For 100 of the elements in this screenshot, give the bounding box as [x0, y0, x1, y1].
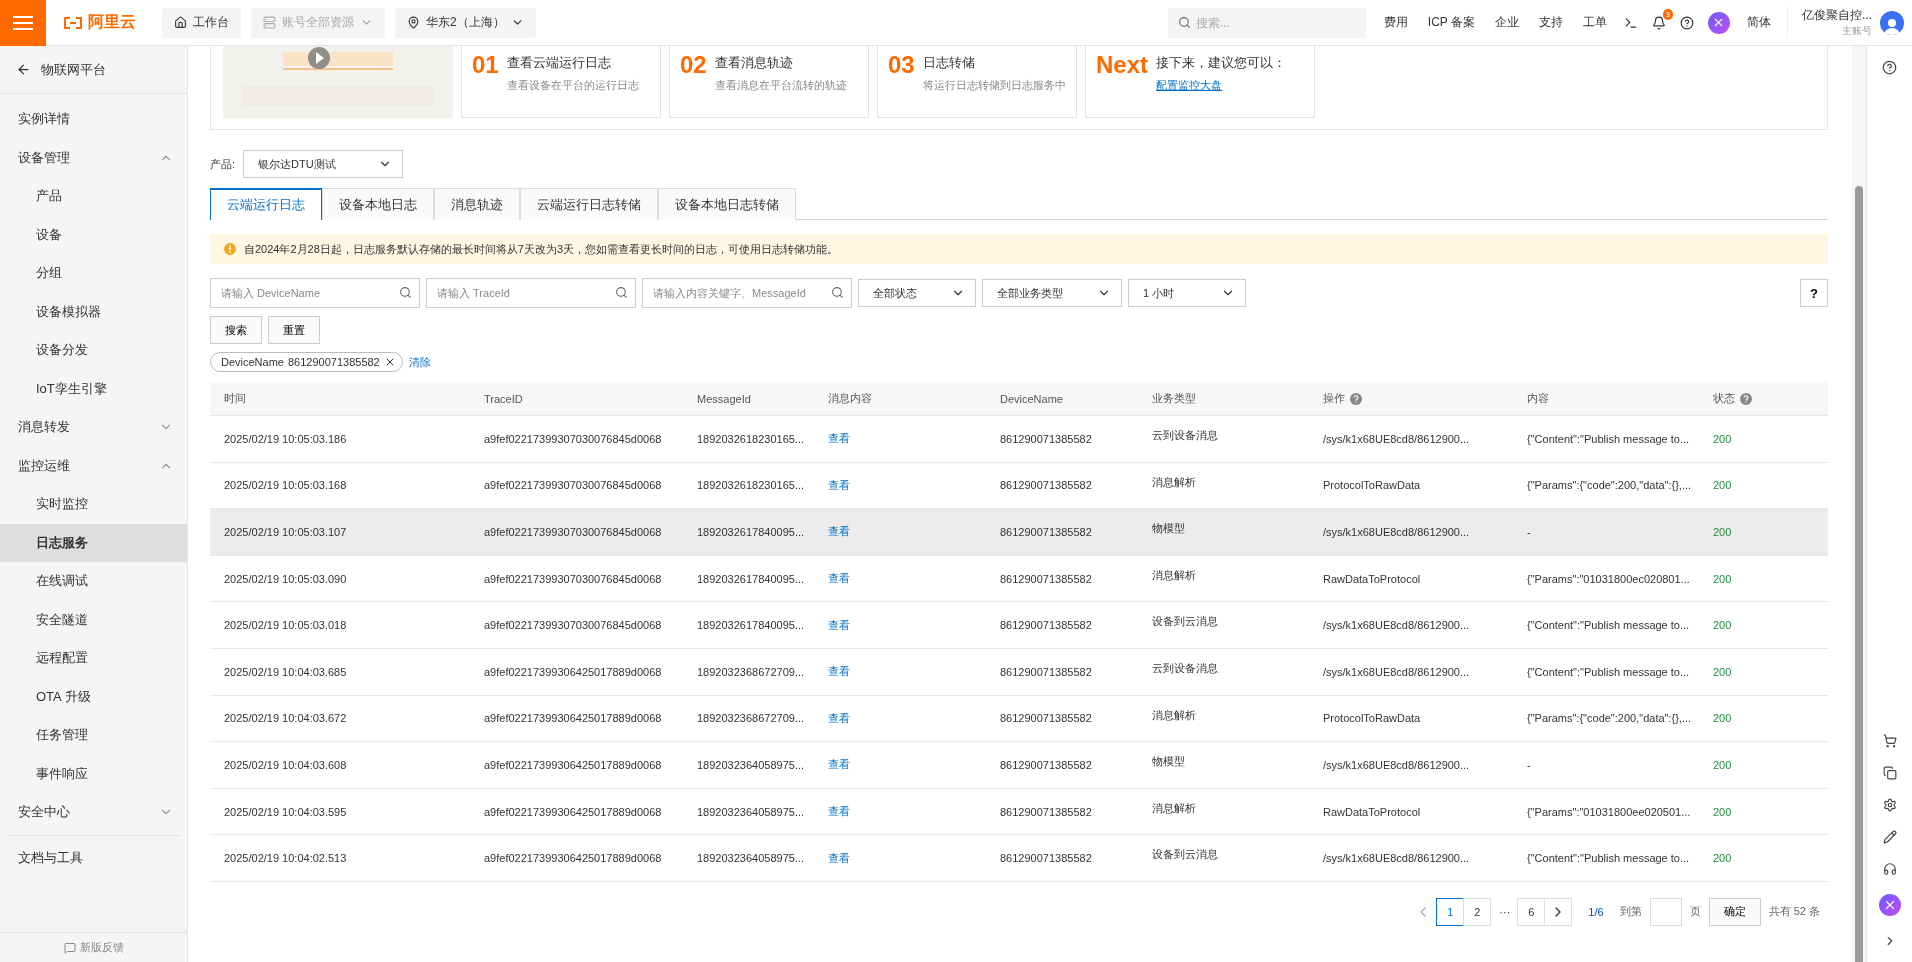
dashboard-link[interactable]: 配置监控大盘 [1156, 78, 1287, 93]
view-link[interactable]: 查看 [828, 851, 850, 864]
region-dropdown[interactable]: 华东2（上海） [395, 7, 536, 38]
sidebar-item[interactable]: 安全隧道 [0, 600, 187, 639]
sidebar-item[interactable]: 远程配置 [0, 639, 187, 678]
view-link[interactable]: 查看 [828, 572, 850, 585]
headset-icon[interactable] [1882, 862, 1897, 876]
app-icon[interactable] [1708, 11, 1730, 34]
page-button[interactable]: 2 [1463, 897, 1492, 926]
table-cell: 2025/02/19 10:04:02.513 [224, 852, 347, 865]
view-link[interactable]: 查看 [828, 432, 850, 445]
bell-icon[interactable] [1652, 15, 1666, 30]
next-page-button[interactable] [1544, 897, 1573, 926]
sidebar-item[interactable]: 监控运维 [0, 446, 187, 485]
tab[interactable]: 设备本地日志 [322, 188, 434, 220]
page-button[interactable]: 6 [1517, 897, 1546, 926]
user-name[interactable]: 亿俊聚自控... [1802, 7, 1872, 24]
table-cell: 861290071385582 [1000, 479, 1092, 492]
sidebar-item[interactable]: 消息转发 [0, 408, 187, 447]
product-select[interactable]: 银尔达DTU测试 [243, 150, 404, 178]
user-role: 主账号 [1842, 24, 1872, 38]
table-cell: 消息解析 [1152, 475, 1196, 488]
help-icon[interactable] [1882, 60, 1897, 75]
table-cell: 1892032618230165... [697, 432, 805, 445]
view-link[interactable]: 查看 [828, 805, 850, 818]
table-cell: 1892032364058975... [697, 852, 805, 865]
search-field[interactable]: 搜索... [1167, 7, 1366, 38]
page-button[interactable]: 1 [1436, 897, 1465, 926]
view-link[interactable]: 查看 [828, 525, 850, 538]
table-cell: 861290071385582 [1000, 572, 1092, 585]
search-button[interactable]: 搜索 [210, 316, 262, 344]
message-icon [63, 941, 76, 954]
filter-input[interactable]: 请输入 DeviceName [210, 278, 420, 308]
sidebar-item[interactable]: 日志服务 [0, 523, 187, 562]
avatar-icon[interactable] [1880, 10, 1904, 35]
view-link[interactable]: 查看 [828, 758, 850, 771]
cart-icon[interactable] [1882, 734, 1897, 748]
table-cell: {"Params":"01031800ec020801... [1527, 572, 1690, 585]
app-icon[interactable] [1878, 894, 1901, 916]
workbench-button[interactable]: 工作台 [162, 7, 241, 38]
sidebar-item[interactable]: OTA 升级 [0, 677, 187, 716]
help-button[interactable]: ? [1800, 279, 1828, 307]
tab[interactable]: 设备本地日志转储 [658, 188, 796, 220]
settings-icon[interactable] [1882, 798, 1897, 812]
top-link[interactable]: 费用 [1373, 14, 1418, 31]
table-cell: 861290071385582 [1000, 665, 1092, 678]
tab[interactable]: 云端运行日志 [210, 188, 322, 220]
sidebar-item[interactable]: 设备管理 [0, 138, 187, 177]
table-cell: 200 [1713, 479, 1732, 492]
clear-link[interactable]: 清除 [408, 354, 431, 370]
sidebar-item[interactable]: 实例详情 [0, 100, 187, 139]
pencil-icon[interactable] [1882, 830, 1897, 844]
sidebar-item[interactable]: 事件响应 [0, 754, 187, 793]
filter-select[interactable]: 全部状态 [858, 279, 976, 307]
page-input[interactable] [1649, 897, 1682, 926]
tab[interactable]: 消息轨迹 [434, 188, 520, 220]
server-icon [263, 16, 276, 29]
filter-input[interactable]: 请输入内容关键字、MessageId [642, 278, 852, 308]
sidebar-item[interactable]: 在线调试 [0, 562, 187, 601]
sidebar-item[interactable]: 设备 [0, 215, 187, 254]
filter-select[interactable]: 全部业务类型 [982, 279, 1122, 307]
back-link[interactable]: 物联网平台 [0, 46, 187, 94]
top-link[interactable]: ICP 备案 [1417, 14, 1485, 31]
top-link[interactable]: 支持 [1529, 14, 1573, 31]
sidebar-item[interactable]: 任务管理 [0, 716, 187, 755]
table-cell: 2025/02/19 10:05:03.090 [224, 572, 347, 585]
table-cell: a9fef02217399307030076845d0068 [484, 432, 662, 445]
step-title: 接下来，建议您可以： [1156, 54, 1287, 72]
table-cell: /sys/k1x68UE8cd8/8612900... [1323, 619, 1470, 632]
view-link[interactable]: 查看 [828, 618, 850, 631]
sidebar-item[interactable]: 分组 [0, 254, 187, 293]
filter-select[interactable]: 1 小时 [1128, 279, 1246, 307]
sidebar-item[interactable]: 设备分发 [0, 331, 187, 370]
sidebar-item[interactable]: 实时监控 [0, 485, 187, 524]
sidebar-item[interactable]: 文档与工具 [0, 838, 187, 877]
view-link[interactable]: 查看 [828, 665, 850, 678]
sidebar-item[interactable]: 产品 [0, 177, 187, 216]
table-cell: {"Params":"01031800ee020501... [1527, 805, 1691, 818]
column-header: 业务类型 [1152, 391, 1196, 406]
scrollbar-thumb[interactable] [1855, 186, 1863, 962]
language-link[interactable]: 简体 [1737, 14, 1781, 31]
filter-input[interactable]: 请输入 TraceId [426, 278, 636, 308]
top-link[interactable]: 企业 [1485, 14, 1529, 31]
copy-icon[interactable] [1882, 766, 1897, 780]
sidebar-item[interactable]: 设备模拟器 [0, 292, 187, 331]
table-cell: 2025/02/19 10:05:03.107 [224, 526, 347, 538]
confirm-button[interactable]: 确定 [1708, 897, 1761, 926]
help-icon[interactable] [1680, 15, 1694, 30]
sidebar-item[interactable]: 安全中心 [0, 793, 187, 832]
top-link[interactable]: 工单 [1573, 14, 1617, 31]
table-cell: 1892032617840095... [697, 619, 805, 632]
terminal-icon[interactable] [1624, 15, 1638, 30]
menu-button[interactable] [0, 0, 46, 46]
feedback-link[interactable]: 新版反馈 [0, 932, 187, 962]
view-link[interactable]: 查看 [828, 478, 850, 491]
tab[interactable]: 云端运行日志转储 [520, 188, 658, 220]
reset-button[interactable]: 重置 [268, 316, 320, 344]
view-link[interactable]: 查看 [828, 711, 850, 724]
sidebar-item[interactable]: IoT孪生引擎 [0, 369, 187, 408]
table-cell: 1892032617840095... [697, 526, 805, 538]
